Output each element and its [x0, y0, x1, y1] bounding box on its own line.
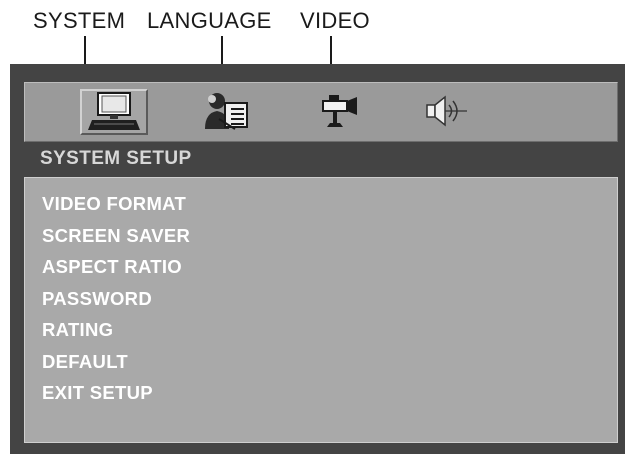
setup-tab-bar — [24, 82, 618, 142]
menu-item-exit-setup[interactable]: EXIT SETUP — [42, 377, 190, 409]
monitor-icon — [88, 92, 140, 130]
callout-video-label: VIDEO — [300, 8, 370, 33]
menu-item-password[interactable]: PASSWORD — [42, 283, 190, 315]
menu-item-video-format[interactable]: VIDEO FORMAT — [42, 188, 190, 220]
callout-language-label: LANGUAGE — [147, 8, 272, 33]
tab-language[interactable] — [195, 89, 259, 135]
menu-item-screen-saver[interactable]: SCREEN SAVER — [42, 220, 190, 252]
tab-video[interactable] — [315, 89, 365, 135]
setup-osd-window: SYSTEM SETUP VIDEO FORMAT SCREEN SAVER A… — [10, 64, 625, 454]
section-title: SYSTEM SETUP — [40, 148, 192, 169]
person-speaking-icon — [205, 93, 248, 130]
speaker-icon — [426, 95, 467, 127]
menu-item-rating[interactable]: RATING — [42, 314, 190, 346]
tab-audio[interactable] — [421, 89, 471, 135]
menu-list: VIDEO FORMAT SCREEN SAVER ASPECT RATIO P… — [42, 188, 190, 409]
video-camera-icon — [322, 95, 357, 127]
tab-system[interactable] — [80, 89, 148, 135]
setup-menu-panel: VIDEO FORMAT SCREEN SAVER ASPECT RATIO P… — [24, 177, 618, 443]
callout-system-label: SYSTEM — [33, 8, 126, 33]
menu-item-aspect-ratio[interactable]: ASPECT RATIO — [42, 251, 190, 283]
menu-item-default[interactable]: DEFAULT — [42, 346, 190, 378]
